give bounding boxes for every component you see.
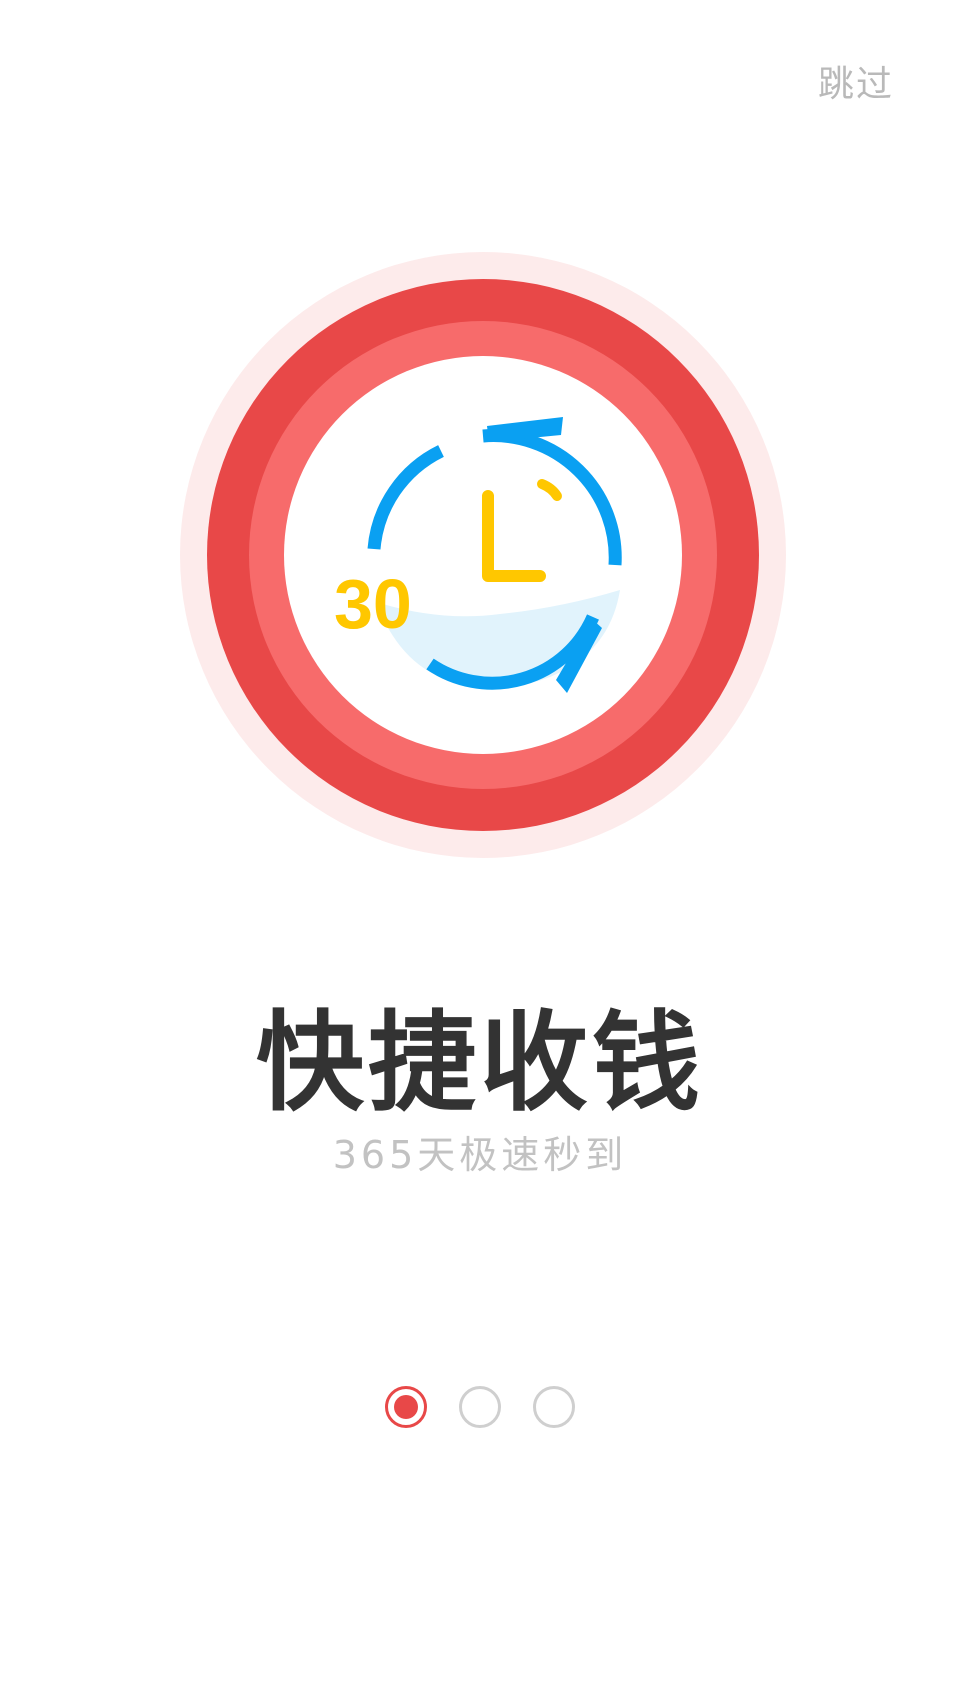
hero-illustration: 30 [180, 252, 786, 858]
clock-refresh-icon: 30 [180, 252, 786, 858]
countdown-number: 30 [334, 565, 412, 643]
page-dot-1[interactable] [385, 1386, 427, 1428]
page-subtitle: 365天极速秒到 [332, 1133, 628, 1177]
page-dot-3[interactable] [533, 1386, 575, 1428]
skip-button[interactable]: 跳过 [818, 60, 894, 110]
page-indicator [0, 1386, 960, 1438]
page-dot-2[interactable] [459, 1386, 501, 1428]
page-title: 快捷收钱 [255, 1000, 704, 1126]
